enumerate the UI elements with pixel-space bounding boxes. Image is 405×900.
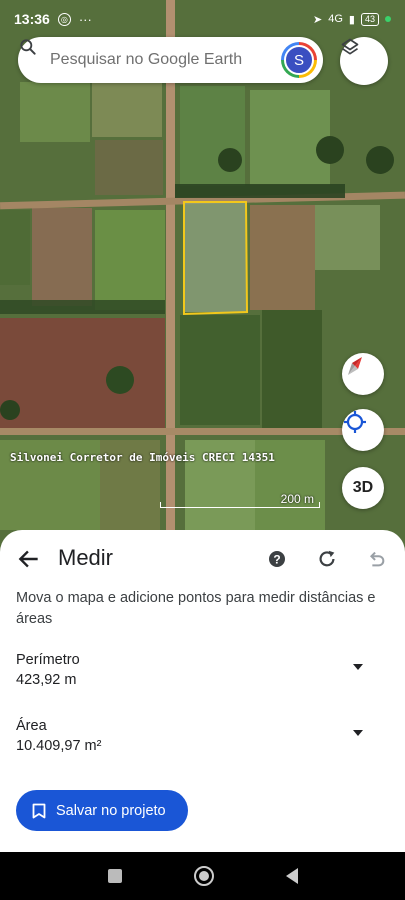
battery-icon: 43 [360, 12, 379, 26]
location-icon: ➤ [313, 13, 323, 26]
measure-sheet: Medir ? Mova o mapa e adicione pontos pa… [0, 530, 405, 852]
compass-icon [348, 357, 362, 375]
chevron-down-icon[interactable] [353, 664, 363, 670]
perimeter-label: Perímetro [16, 652, 80, 668]
status-time: 13:36 [14, 11, 50, 27]
search-bar[interactable]: S [18, 37, 323, 83]
map-scale: 200 m [160, 490, 320, 510]
area-value: 10.409,97 m² [16, 738, 102, 754]
avatar[interactable]: S [281, 42, 317, 78]
recents-icon[interactable] [107, 869, 122, 883]
notification-icon: ◎ [57, 12, 71, 26]
search-input[interactable] [50, 51, 250, 69]
system-nav-bar [0, 852, 405, 900]
help-icon[interactable]: ? [267, 549, 287, 569]
network-label: 4G [328, 13, 343, 25]
area-label: Área [16, 718, 47, 734]
compass-button[interactable] [342, 353, 384, 395]
perimeter-row[interactable]: Perímetro 423,92 m [16, 652, 386, 696]
back-icon[interactable] [16, 546, 42, 572]
area-row[interactable]: Área 10.409,97 m² [16, 718, 386, 762]
search-icon [20, 39, 36, 55]
svg-text:?: ? [273, 553, 280, 567]
redo-icon[interactable] [316, 548, 338, 570]
home-icon[interactable] [193, 866, 214, 886]
avatar-letter: S [284, 45, 314, 75]
watermark-text: Silvonei Corretor de Imóveis CRECI 14351 [10, 451, 275, 464]
sheet-header: Medir ? [0, 530, 405, 588]
layers-button[interactable] [340, 37, 388, 85]
measure-instructions: Mova o mapa e adicione pontos para medir… [16, 590, 376, 627]
privacy-dot [385, 16, 391, 22]
save-to-project-button[interactable]: Salvar no projeto [16, 790, 188, 831]
perimeter-value: 423,92 m [16, 672, 77, 688]
more-notifications-icon: ··· [78, 11, 92, 27]
satellite-map[interactable]: 13:36 ◎ ··· ➤ 4G ▮ 43 S [0, 0, 405, 560]
layers-icon [341, 38, 359, 55]
page-title: Medir [58, 545, 114, 570]
bookmark-icon [32, 803, 46, 818]
status-bar: 13:36 ◎ ··· ➤ 4G ▮ 43 [0, 0, 405, 38]
nav-back-icon[interactable] [285, 868, 298, 884]
undo-icon[interactable] [365, 548, 387, 570]
my-location-button[interactable] [342, 409, 384, 451]
my-location-icon [344, 411, 366, 433]
save-button-label: Salvar no projeto [56, 802, 166, 819]
chevron-down-icon[interactable] [353, 730, 363, 736]
3d-toggle-button[interactable]: 3D [342, 467, 384, 509]
scale-bar [160, 502, 320, 508]
signal-icon: ▮ [348, 13, 355, 26]
